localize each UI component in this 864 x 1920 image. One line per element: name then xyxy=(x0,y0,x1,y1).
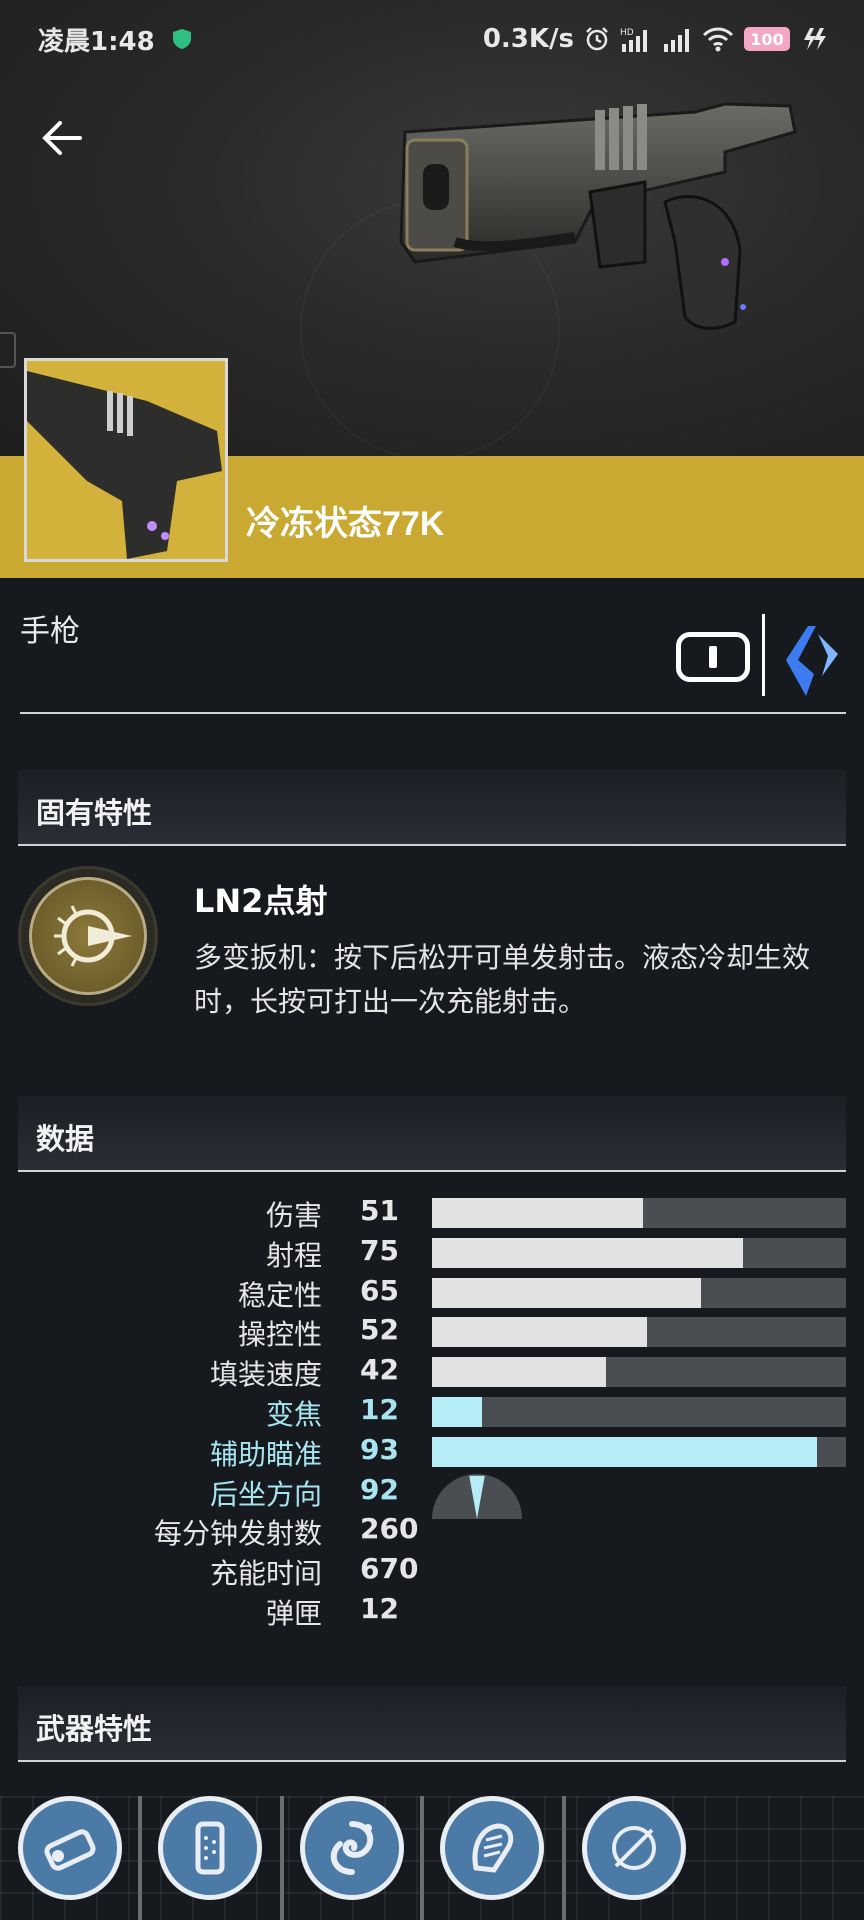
barrel-icon[interactable] xyxy=(18,1796,122,1900)
stat-row: 填装速度 42 xyxy=(0,1353,864,1393)
stat-row: 伤害 51 xyxy=(0,1194,864,1234)
stat-row: 后坐方向 92 xyxy=(0,1472,864,1519)
section-traits-title: 武器特性 xyxy=(36,1712,153,1746)
stat-label: 后坐方向 xyxy=(209,1477,322,1511)
weapon-type-row: 手枪 xyxy=(20,600,846,714)
stat-bar-track xyxy=(432,1397,846,1427)
magazine-icon[interactable] xyxy=(158,1796,262,1900)
stat-row: 每分钟发射数 260 xyxy=(0,1512,864,1552)
status-right-cluster: 0.3K/s HD 100 xyxy=(483,24,826,54)
battery-level: 100 xyxy=(750,29,784,49)
status-bar: 凌晨1:48 0.3K/s HD 100 xyxy=(0,0,864,78)
stat-value: 12 xyxy=(360,1592,399,1625)
stat-label: 每分钟发射数 xyxy=(153,1517,322,1551)
burst-glyph xyxy=(54,905,132,967)
stat-value: 260 xyxy=(360,1512,419,1546)
wifi-icon xyxy=(702,27,734,52)
stat-bar-fill xyxy=(432,1397,482,1427)
swirl-perk-icon[interactable] xyxy=(300,1796,404,1900)
weapon-name: 冷冻状态77K xyxy=(246,505,445,543)
section-intrinsic-title: 固有特性 xyxy=(36,796,153,830)
stat-bar-fill xyxy=(432,1436,818,1467)
alarm-icon xyxy=(586,27,608,51)
security-shield-icon xyxy=(172,29,191,49)
column-separator xyxy=(562,1796,566,1920)
stat-value: 65 xyxy=(360,1273,399,1307)
stat-value: 52 xyxy=(360,1313,399,1347)
stat-bar-track xyxy=(432,1436,846,1467)
intrinsic-perk-description: 多变扳机：按下后松开可单发射击。液态冷却生效时，长按可打出一次充能射击。 xyxy=(194,941,811,1018)
grip-perk-icon[interactable] xyxy=(440,1796,544,1900)
stat-value: 51 xyxy=(360,1194,399,1227)
stat-bar-track xyxy=(432,1317,846,1348)
stat-value: 12 xyxy=(360,1393,399,1426)
stat-bar-track xyxy=(432,1357,846,1388)
stat-row: 变焦 12 xyxy=(0,1393,864,1433)
column-separator xyxy=(280,1796,284,1920)
hd-signal-icon: HD xyxy=(620,28,647,52)
stat-value: 670 xyxy=(360,1552,419,1586)
weapon-thumbnail xyxy=(24,358,228,562)
stat-row: 弹匣 12 xyxy=(0,1592,864,1632)
primary-ammo-icon xyxy=(676,632,750,682)
stat-label: 辅助瞄准 xyxy=(209,1437,322,1471)
stat-label: 射程 xyxy=(265,1238,322,1272)
status-time: 凌晨1:48 xyxy=(38,26,155,57)
battery-icon: 100 xyxy=(744,27,790,51)
column-separator xyxy=(420,1796,424,1920)
stat-row: 操控性 52 xyxy=(0,1313,864,1353)
edge-handle[interactable] xyxy=(0,332,16,368)
stat-value: 93 xyxy=(360,1432,399,1466)
empty-socket-icon[interactable] xyxy=(582,1796,686,1900)
stat-bar-track xyxy=(432,1277,846,1308)
stat-row: 充能时间 670 xyxy=(0,1552,864,1592)
stat-row: 稳定性 65 xyxy=(0,1274,864,1314)
section-stats-title: 数据 xyxy=(36,1122,95,1156)
stat-bar-fill xyxy=(432,1198,644,1228)
svg-text:HD: HD xyxy=(620,28,634,38)
stat-label: 伤害 xyxy=(265,1199,322,1232)
section-stats: 数据 xyxy=(18,1096,846,1172)
stat-bar-fill xyxy=(432,1317,648,1348)
weapon-type-label: 手枪 xyxy=(20,614,80,649)
stat-value: 75 xyxy=(360,1233,399,1267)
stat-label: 变焦 xyxy=(265,1398,322,1431)
section-traits: 武器特性 xyxy=(18,1686,846,1762)
stat-label: 稳定性 xyxy=(237,1278,322,1312)
arc-element-icon xyxy=(786,626,838,696)
signal-icon xyxy=(664,29,689,52)
trait-sockets-grid xyxy=(0,1796,864,1920)
stat-value: 92 xyxy=(360,1472,399,1506)
intrinsic-perk-title: LN2点射 xyxy=(194,882,328,920)
stat-label: 弹匣 xyxy=(265,1597,322,1630)
stat-bar-fill xyxy=(432,1237,743,1268)
stat-row: 射程 75 xyxy=(0,1234,864,1274)
stat-bar-track xyxy=(432,1198,846,1228)
stat-bar-fill xyxy=(432,1277,702,1308)
stat-row: 辅助瞄准 93 xyxy=(0,1433,864,1473)
stat-bar-fill xyxy=(432,1357,606,1388)
ln2-burst-icon[interactable] xyxy=(18,866,158,1006)
weapon-thumbnail-image xyxy=(27,361,225,559)
network-speed: 0.3K/s xyxy=(482,24,574,54)
stat-bar-track xyxy=(432,1237,846,1268)
arrow-left-icon xyxy=(42,121,82,155)
type-divider xyxy=(762,614,765,696)
stat-value: 42 xyxy=(360,1353,399,1387)
weapon-render-image xyxy=(399,102,797,330)
stat-label: 操控性 xyxy=(237,1318,322,1352)
stat-label: 充能时间 xyxy=(209,1557,322,1591)
charging-bolt-icon xyxy=(804,28,826,50)
column-separator xyxy=(138,1796,142,1920)
back-button[interactable] xyxy=(36,112,88,164)
section-intrinsic: 固有特性 xyxy=(18,770,846,846)
stat-label: 填装速度 xyxy=(209,1358,322,1392)
